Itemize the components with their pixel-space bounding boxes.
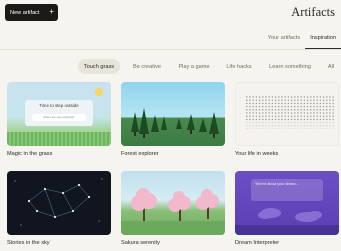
card-title: Magic in the grass bbox=[7, 151, 53, 157]
card-thumbnail bbox=[121, 171, 225, 235]
thumbnail-input: where are you exploring? bbox=[32, 114, 86, 121]
filter-play-a-game[interactable]: Play a game bbox=[174, 59, 214, 74]
weeks-grid-graphic bbox=[246, 95, 334, 129]
filter-touch-grass[interactable]: Touch grass bbox=[78, 59, 120, 74]
card-thumbnail: Time to step outside where are you explo… bbox=[7, 82, 111, 146]
filter-all[interactable]: All bbox=[323, 59, 339, 74]
new-artifact-button[interactable]: New artifact + bbox=[5, 4, 58, 21]
top-bar: New artifact + Artifacts Your artifacts … bbox=[0, 0, 341, 52]
forest-graphic bbox=[131, 108, 219, 138]
plus-icon: + bbox=[49, 7, 54, 16]
header-divider bbox=[0, 49, 341, 50]
artifact-tabs: Your artifacts Inspiration bbox=[263, 31, 341, 49]
constellation-graphic bbox=[14, 178, 103, 226]
card-thumbnail bbox=[121, 82, 225, 146]
filter-be-creative[interactable]: Be creative bbox=[127, 59, 167, 74]
sakura-graphic bbox=[121, 188, 225, 235]
card-title: Your life in weeks bbox=[235, 151, 279, 157]
card-thumbnail bbox=[7, 171, 111, 235]
card-title: Forest explorer bbox=[121, 151, 159, 157]
card-title: Stories in the sky bbox=[7, 240, 50, 246]
filter-life-hacks[interactable]: Life hacks bbox=[221, 59, 257, 74]
thumbnail-heading: Time to step outside bbox=[39, 103, 79, 108]
card-thumbnail bbox=[235, 82, 339, 146]
clouds-graphic bbox=[235, 208, 339, 235]
card-title: Sakura serenity bbox=[121, 240, 160, 246]
page-title: Artifacts bbox=[291, 5, 335, 19]
card-title: Dream Interpreter bbox=[235, 240, 280, 246]
filter-learn-something[interactable]: Learn something bbox=[263, 59, 317, 74]
thumbnail-panel: Time to step outside where are you explo… bbox=[25, 100, 93, 126]
new-artifact-label: New artifact bbox=[10, 9, 40, 16]
category-filters: Touch grass Be creative Play a game Life… bbox=[0, 59, 341, 75]
sun-icon bbox=[95, 88, 103, 96]
grass-graphic bbox=[7, 132, 111, 146]
card-thumbnail: Tell me about your dream... bbox=[235, 171, 339, 235]
tab-inspiration[interactable]: Inspiration bbox=[305, 31, 341, 49]
tab-your-artifacts[interactable]: Your artifacts bbox=[263, 31, 305, 49]
